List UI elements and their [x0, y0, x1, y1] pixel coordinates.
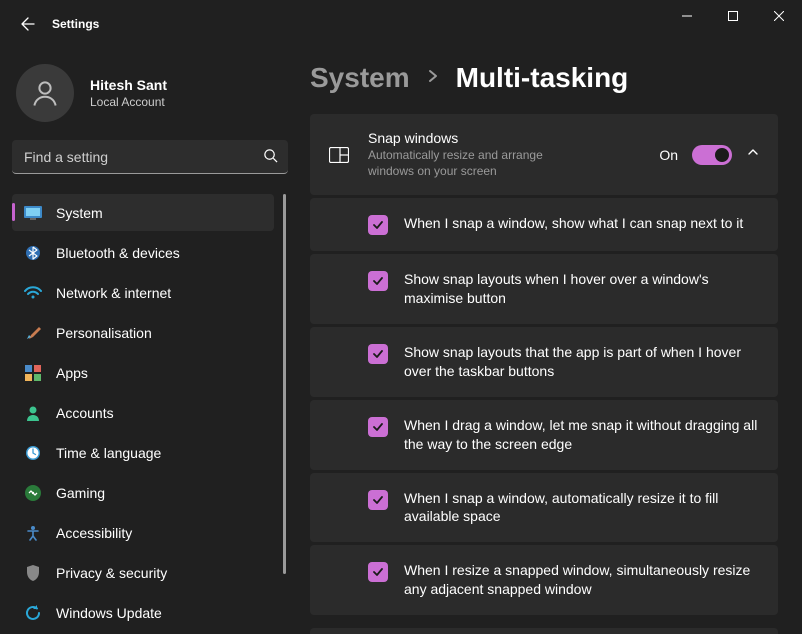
bluetooth-icon: [24, 244, 42, 262]
back-button[interactable]: [16, 12, 40, 36]
nav-list: System Bluetooth & devices Network & int…: [12, 194, 288, 631]
shield-icon: [24, 564, 42, 582]
checkbox[interactable]: [368, 417, 388, 437]
snap-option: When I drag a window, let me snap it wit…: [310, 400, 778, 470]
clock-icon: [24, 444, 42, 462]
close-icon: [774, 11, 784, 21]
display-icon: [24, 204, 42, 222]
check-icon: [372, 275, 384, 287]
chevron-up-icon: [746, 145, 760, 159]
snap-option-label: Show snap layouts when I hover over a wi…: [404, 270, 760, 308]
profile-subtitle: Local Account: [90, 95, 167, 109]
arrow-left-icon: [20, 16, 36, 32]
snap-desc: Automatically resize and arrange windows…: [368, 148, 548, 179]
snap-option: When I resize a snapped window, simultan…: [310, 545, 778, 615]
close-button[interactable]: [756, 0, 802, 32]
person-icon: [30, 78, 60, 108]
profile-block[interactable]: Hitesh Sant Local Account: [12, 58, 288, 140]
sidebar-item-time[interactable]: Time & language: [12, 434, 274, 471]
sidebar: Hitesh Sant Local Account System Bluetoo…: [0, 48, 300, 634]
breadcrumb: System Multi-tasking: [310, 62, 778, 94]
sidebar-item-system[interactable]: System: [12, 194, 274, 231]
snap-option: When I snap a window, show what I can sn…: [310, 198, 778, 251]
snap-option-label: When I resize a snapped window, simultan…: [404, 561, 760, 599]
snap-windows-card: Snap windows Automatically resize and ar…: [310, 114, 778, 195]
minimize-button[interactable]: [664, 0, 710, 32]
sidebar-item-label: Accessibility: [56, 525, 132, 541]
profile-name: Hitesh Sant: [90, 77, 167, 93]
check-icon: [372, 219, 384, 231]
desktops-header[interactable]: Desktops: [310, 628, 778, 634]
sidebar-item-label: Personalisation: [56, 325, 152, 341]
snap-toggle[interactable]: [692, 145, 732, 165]
checkbox[interactable]: [368, 344, 388, 364]
apps-icon: [24, 364, 42, 382]
update-icon: [24, 604, 42, 622]
snap-option: Show snap layouts when I hover over a wi…: [310, 254, 778, 324]
sidebar-item-update[interactable]: Windows Update: [12, 594, 274, 631]
account-icon: [24, 404, 42, 422]
sidebar-item-accessibility[interactable]: Accessibility: [12, 514, 274, 551]
window-controls: [664, 0, 802, 32]
checkbox[interactable]: [368, 215, 388, 235]
check-icon: [372, 421, 384, 433]
snap-option-label: Show snap layouts that the app is part o…: [404, 343, 760, 381]
sidebar-item-privacy[interactable]: Privacy & security: [12, 554, 274, 591]
desktops-card: Desktops: [310, 628, 778, 634]
title-bar: Settings: [0, 0, 802, 48]
sidebar-scrollbar[interactable]: [283, 194, 286, 634]
avatar: [16, 64, 74, 122]
sidebar-item-accounts[interactable]: Accounts: [12, 394, 274, 431]
sidebar-item-personalisation[interactable]: Personalisation: [12, 314, 274, 351]
sidebar-item-apps[interactable]: Apps: [12, 354, 274, 391]
snap-options-list: When I snap a window, show what I can sn…: [310, 198, 778, 618]
sidebar-item-gaming[interactable]: Gaming: [12, 474, 274, 511]
snap-layout-icon: [328, 147, 350, 163]
wifi-icon: [24, 284, 42, 302]
snap-option: When I snap a window, automatically resi…: [310, 473, 778, 543]
gaming-icon: [24, 484, 42, 502]
chevron-right-icon: [426, 69, 440, 88]
breadcrumb-parent[interactable]: System: [310, 62, 410, 94]
search-icon: [263, 148, 278, 168]
toggle-state-label: On: [659, 147, 678, 163]
snap-option-label: When I snap a window, show what I can sn…: [404, 214, 760, 233]
check-icon: [372, 348, 384, 360]
minimize-icon: [682, 11, 692, 21]
brush-icon: [24, 324, 42, 342]
search-box: [12, 140, 288, 174]
checkbox[interactable]: [368, 490, 388, 510]
sidebar-item-label: Bluetooth & devices: [56, 245, 180, 261]
search-input[interactable]: [12, 140, 288, 174]
snap-option-label: When I snap a window, automatically resi…: [404, 489, 760, 527]
snap-option: Show snap layouts that the app is part o…: [310, 327, 778, 397]
snap-option-label: When I drag a window, let me snap it wit…: [404, 416, 760, 454]
sidebar-item-label: Accounts: [56, 405, 114, 421]
maximize-button[interactable]: [710, 0, 756, 32]
expand-collapse-button[interactable]: [746, 145, 760, 164]
check-icon: [372, 566, 384, 578]
window-title: Settings: [52, 17, 99, 31]
sidebar-item-label: System: [56, 205, 103, 221]
sidebar-item-network[interactable]: Network & internet: [12, 274, 274, 311]
snap-title: Snap windows: [368, 130, 659, 146]
snap-windows-header[interactable]: Snap windows Automatically resize and ar…: [310, 114, 778, 195]
sidebar-item-label: Gaming: [56, 485, 105, 501]
main-panel: System Multi-tasking Snap windows Automa…: [300, 48, 802, 634]
sidebar-item-bluetooth[interactable]: Bluetooth & devices: [12, 234, 274, 271]
check-icon: [372, 494, 384, 506]
checkbox[interactable]: [368, 562, 388, 582]
sidebar-item-label: Windows Update: [56, 605, 162, 621]
checkbox[interactable]: [368, 271, 388, 291]
sidebar-item-label: Privacy & security: [56, 565, 167, 581]
page-title: Multi-tasking: [456, 62, 629, 94]
accessibility-icon: [24, 524, 42, 542]
sidebar-item-label: Time & language: [56, 445, 161, 461]
sidebar-item-label: Apps: [56, 365, 88, 381]
sidebar-item-label: Network & internet: [56, 285, 171, 301]
maximize-icon: [728, 11, 738, 21]
